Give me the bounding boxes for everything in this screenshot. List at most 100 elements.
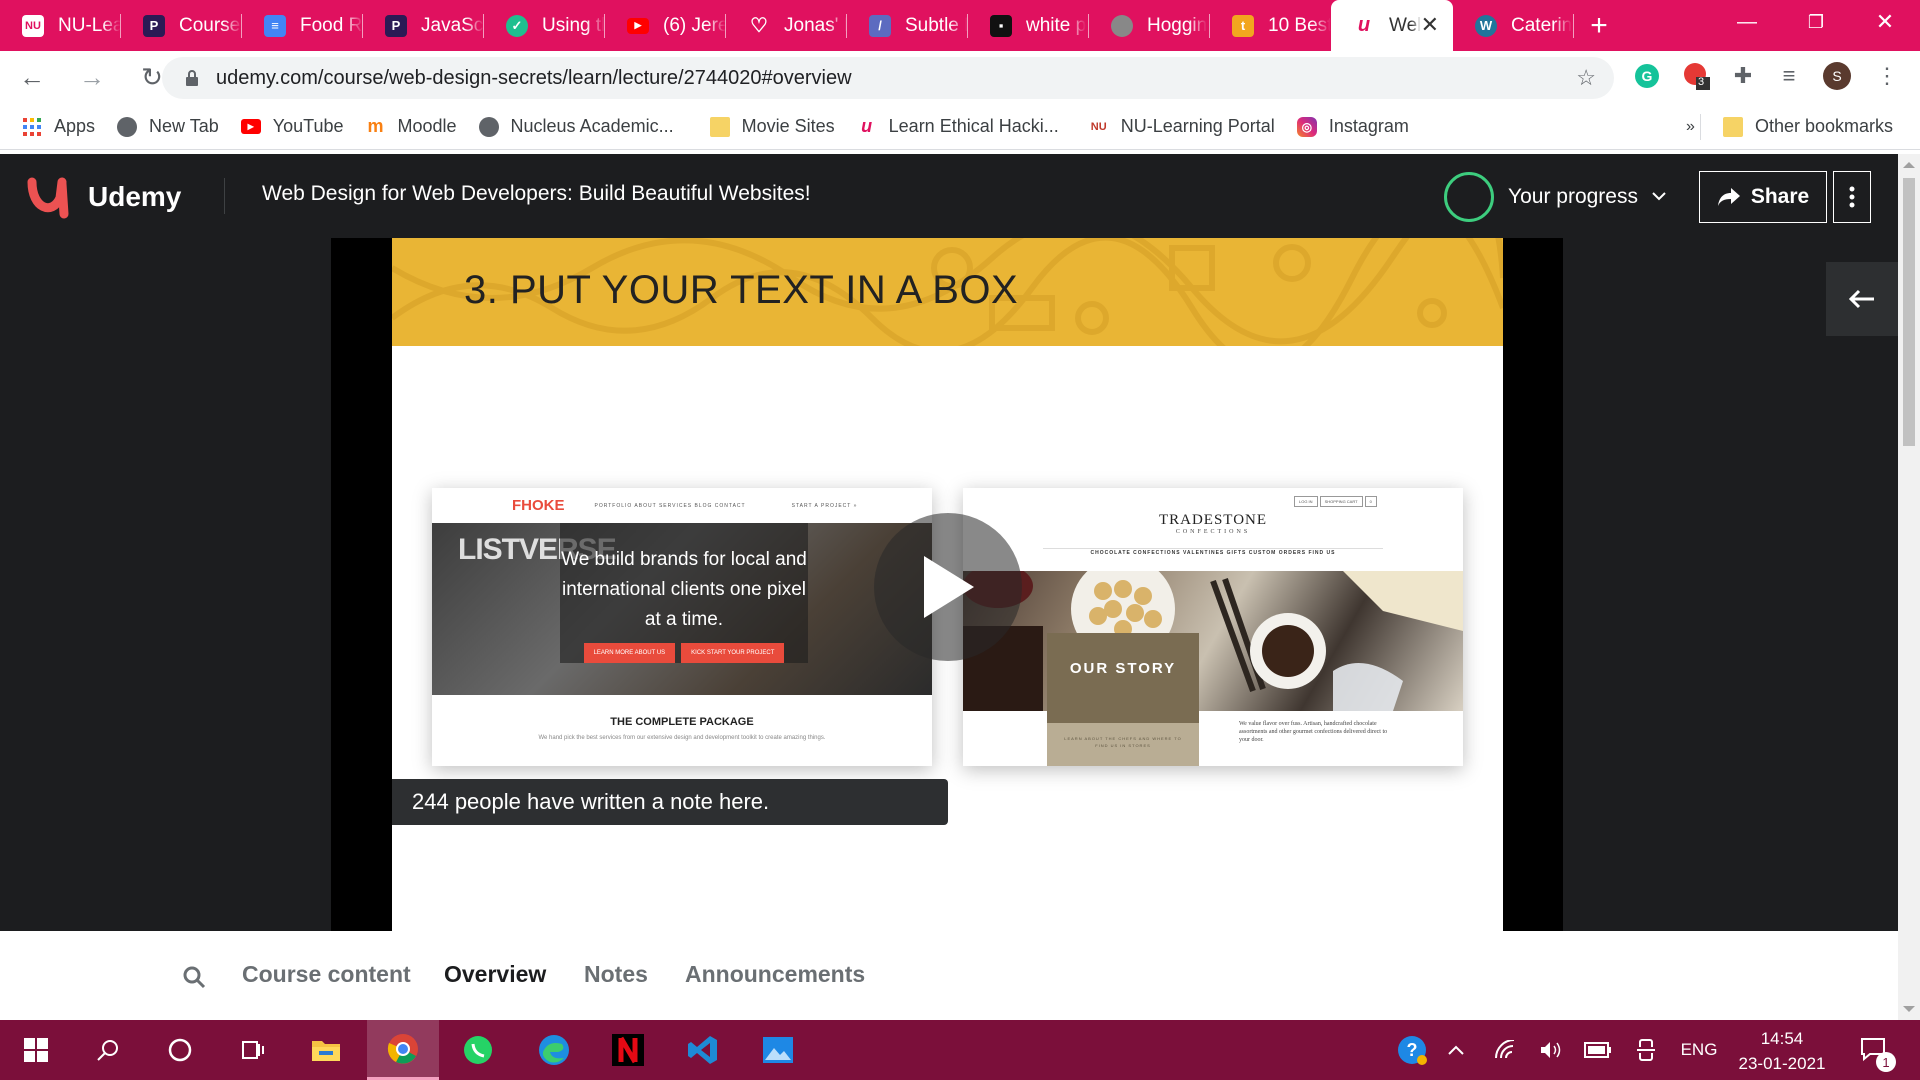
- our-story-text: OUR STORY: [1069, 660, 1177, 677]
- lock-icon: [182, 68, 202, 88]
- scroll-down-arrow-icon[interactable]: [1903, 1006, 1915, 1012]
- bookmark-instagram[interactable]: ◎ Instagram: [1275, 104, 1409, 150]
- bookmark-label: Apps: [54, 116, 96, 136]
- browser-tab[interactable]: P Courses: [121, 0, 242, 51]
- our-story-block: OUR STORY LEARN ABOUT THE CHEFS AND WHER…: [1047, 633, 1199, 766]
- edge-icon[interactable]: [518, 1020, 590, 1080]
- chrome-menu-icon[interactable]: ⋮: [1872, 61, 1902, 91]
- language-indicator[interactable]: ENG: [1674, 1020, 1724, 1080]
- bookmark-youtube[interactable]: ▶ YouTube: [219, 104, 343, 150]
- bookmark-nu-learning[interactable]: NU NU-Learning Portal: [1059, 104, 1275, 150]
- svg-text:?: ?: [1407, 1040, 1418, 1060]
- progress-dropdown[interactable]: Your progress: [1444, 172, 1666, 222]
- fhoke-navbar: FHOKE PORTFOLIO ABOUT SERVICES BLOG CONT…: [432, 488, 932, 523]
- instagram-icon: ◎: [1296, 116, 1317, 137]
- udemy-logo[interactable]: Udemy: [22, 168, 181, 226]
- chrome-icon[interactable]: [367, 1020, 439, 1080]
- tab-notes[interactable]: Notes: [584, 961, 648, 988]
- vscode-icon[interactable]: [667, 1020, 739, 1080]
- browser-tab[interactable]: Hoggin: [1089, 0, 1210, 51]
- food-photo-illustration: [963, 557, 1463, 711]
- browser-tab[interactable]: ✓ Using tl: [484, 0, 605, 51]
- lecture-slide[interactable]: 3. PUT YOUR TEXT IN A BOX FHOKE PORTFOLI…: [392, 238, 1503, 931]
- notification-center-icon[interactable]: 1: [1850, 1020, 1900, 1080]
- scroll-thumb[interactable]: [1903, 178, 1915, 446]
- nu-icon: NU: [22, 14, 44, 37]
- tab-title: JavaScri: [421, 14, 484, 36]
- folder-icon: [709, 116, 730, 137]
- course-title[interactable]: Web Design for Web Developers: Build Bea…: [262, 182, 811, 206]
- profile-avatar[interactable]: S: [1822, 61, 1852, 91]
- more-options-button[interactable]: [1833, 171, 1871, 223]
- p-icon: P: [143, 14, 165, 37]
- browser-tab-active[interactable]: u Wel ✕: [1331, 0, 1453, 51]
- bookmark-apps[interactable]: Apps: [0, 104, 95, 150]
- bookmark-learn-ethical-hacking[interactable]: u Learn Ethical Hacki...: [835, 104, 1059, 150]
- browser-tab[interactable]: NU NU-Lea: [0, 0, 121, 51]
- device-icon[interactable]: [1632, 1020, 1660, 1080]
- forward-icon[interactable]: →: [72, 58, 112, 98]
- browser-tab[interactable]: ♡ Jonas' F: [726, 0, 847, 51]
- udemy-logo-icon: [27, 177, 69, 219]
- windows-start-icon[interactable]: [0, 1020, 72, 1080]
- chevron-up-icon[interactable]: [1444, 1020, 1468, 1080]
- netflix-icon[interactable]: [592, 1020, 664, 1080]
- bookmark-star-icon[interactable]: ☆: [1576, 65, 1596, 91]
- task-view-icon[interactable]: [216, 1020, 288, 1080]
- media-queue-icon[interactable]: ≡: [1774, 61, 1804, 91]
- restore-icon[interactable]: ❐: [1782, 0, 1850, 44]
- course-tabs: Course content Overview Notes Announceme…: [0, 931, 1898, 1020]
- new-tab-button[interactable]: +: [1574, 0, 1624, 51]
- search-icon[interactable]: [72, 1020, 144, 1080]
- address-bar[interactable]: udemy.com/course/web-design-secrets/lear…: [162, 57, 1614, 99]
- kick-start-button: KICK START YOUR PROJECT: [681, 643, 785, 663]
- browser-tab[interactable]: P JavaScri: [363, 0, 484, 51]
- bookmark-label: Moodle: [397, 116, 457, 136]
- back-icon[interactable]: ←: [12, 58, 52, 98]
- bookmarks-overflow-icon[interactable]: »: [1664, 104, 1695, 150]
- tab-announcements[interactable]: Announcements: [685, 961, 865, 988]
- tab-title: Wel: [1389, 14, 1422, 36]
- help-icon[interactable]: ?: [1390, 1020, 1434, 1080]
- cortana-icon[interactable]: [144, 1020, 216, 1080]
- bookmark-nucleus[interactable]: Nucleus Academic...: [457, 104, 674, 150]
- share-button[interactable]: Share: [1699, 171, 1827, 223]
- minimize-icon[interactable]: —: [1713, 0, 1781, 44]
- youtube-icon: ▶: [627, 17, 649, 34]
- tradestone-brand-sub: CONFECTIONS: [1175, 529, 1251, 535]
- close-tab-icon[interactable]: ✕: [1421, 12, 1439, 38]
- browser-tab[interactable]: t 10 Best: [1210, 0, 1331, 51]
- whatsapp-icon[interactable]: [442, 1020, 514, 1080]
- open-sidebar-button[interactable]: [1826, 262, 1898, 336]
- battery-icon[interactable]: [1582, 1020, 1614, 1080]
- grammarly-icon[interactable]: G: [1632, 61, 1662, 91]
- globe-icon: [478, 116, 499, 137]
- folder-icon: [1723, 116, 1743, 137]
- wifi-icon[interactable]: [1490, 1020, 1520, 1080]
- play-button[interactable]: [874, 513, 1022, 661]
- extension-badge-icon[interactable]: 3: [1682, 61, 1712, 91]
- tab-course-content[interactable]: Course content: [242, 961, 411, 988]
- browser-tab[interactable]: W Caterin: [1453, 0, 1574, 51]
- bookmark-other-bookmarks[interactable]: Other bookmarks: [1700, 113, 1893, 140]
- tab-overview[interactable]: Overview: [444, 961, 546, 988]
- photos-icon[interactable]: [742, 1020, 814, 1080]
- close-window-icon[interactable]: ✕: [1851, 0, 1919, 44]
- system-clock[interactable]: 14:54 23-01-2021: [1730, 1026, 1834, 1076]
- browser-tab[interactable]: ▶ (6) Jerer: [605, 0, 726, 51]
- bookmark-new-tab[interactable]: New Tab: [95, 104, 219, 150]
- volume-icon[interactable]: [1536, 1020, 1566, 1080]
- search-icon[interactable]: [182, 965, 206, 994]
- bookmark-folder-movie-sites[interactable]: Movie Sites: [674, 104, 835, 150]
- browser-tab[interactable]: ▪ white p: [968, 0, 1089, 51]
- bookmark-moodle[interactable]: m Moodle: [343, 104, 456, 150]
- file-explorer-icon[interactable]: [290, 1020, 362, 1080]
- browser-tab[interactable]: / Subtle F: [847, 0, 968, 51]
- scroll-up-arrow-icon[interactable]: [1903, 162, 1915, 168]
- progress-ring-icon: [1444, 172, 1494, 222]
- page-scrollbar[interactable]: [1898, 154, 1920, 1020]
- extensions-puzzle-icon[interactable]: ✚: [1728, 61, 1758, 91]
- notes-count-pill[interactable]: 244 people have written a note here.: [392, 779, 948, 825]
- t-icon: t: [1232, 14, 1254, 37]
- browser-tab[interactable]: ≡ Food Re: [242, 0, 363, 51]
